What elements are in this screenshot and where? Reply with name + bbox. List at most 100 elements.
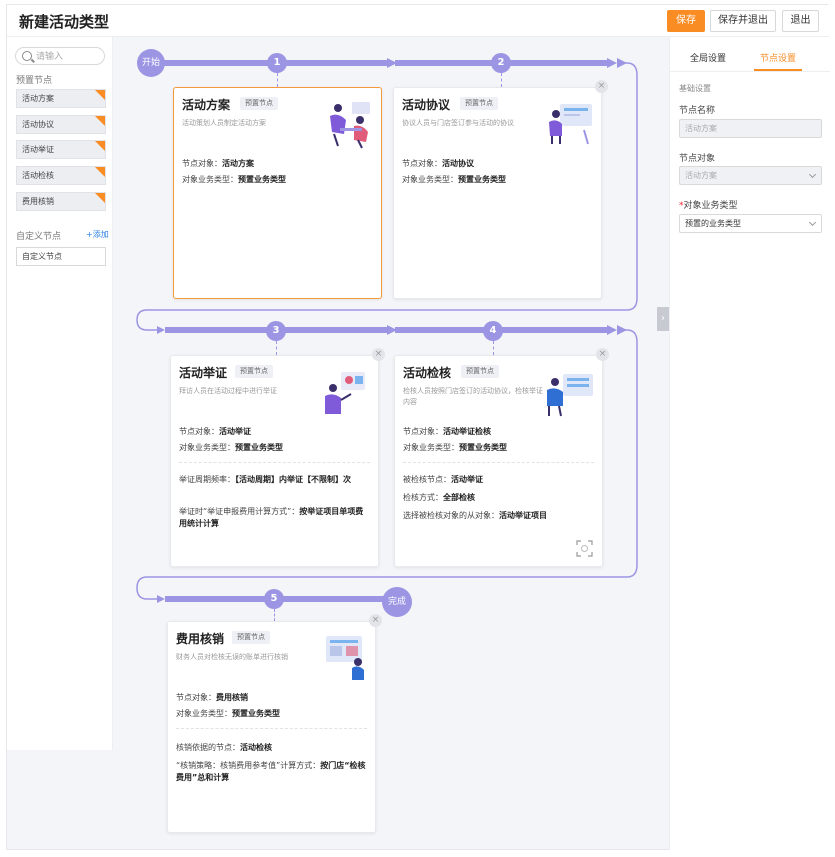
page-title: 新建活动类型 (19, 13, 110, 31)
card-description: 活动策划人员制定活动方案 (182, 119, 266, 127)
app-window: 新建活动类型 保存 保存并退出 退出 预置节点 活动方案 活动协议 活动举证 活… (6, 4, 830, 850)
card-connector (501, 73, 502, 87)
card-description: 检核人员按照门店签订的活动协议，检核举证内容 (403, 387, 543, 406)
check-illustration-icon (547, 374, 593, 417)
node-object-select: 活动方案 (679, 166, 822, 185)
proof-illustration-icon (325, 372, 365, 414)
flow-arrow (387, 58, 397, 68)
card-field-writeoff-strategy: “核销策略：核销费用参考值”计算方式：按门店“检核费用”总和计算 (176, 761, 366, 782)
card-field-biz-type: 对象业务类型：预置业务类型 (402, 175, 506, 184)
step-number-badge: 1 (267, 53, 287, 73)
close-icon[interactable]: × (595, 80, 608, 93)
custom-node-item[interactable]: 自定义节点 (16, 247, 106, 266)
card-connector (493, 341, 494, 355)
flow-arrow (157, 326, 165, 334)
tab-node-settings[interactable]: 节点设置 (760, 51, 796, 64)
node-card-activity-plan[interactable]: 活动方案 预置节点 活动策划人员制定活动方案 节点对象：活动方案 对象业务类型：… (173, 87, 382, 299)
card-field-object: 节点对象：活动协议 (402, 159, 474, 168)
preset-item-label: 活动检核 (22, 171, 54, 180)
node-card-activity-proof[interactable]: 活动举证 预置节点 拜访人员在活动过程中进行举证 节点对象：活动举证 对象业务类… (170, 355, 379, 567)
step-number-badge: 5 (264, 589, 284, 609)
card-connector (276, 341, 277, 355)
save-and-exit-button[interactable]: 保存并退出 (710, 10, 776, 32)
node-card-expense-writeoff[interactable]: 费用核销 预置节点 财务人员对检核无误的账单进行核销 节点对象：费用核销 对象业… (167, 621, 376, 833)
node-card-activity-agreement[interactable]: 活动协议 预置节点 协议人员与门店签订参与活动的协议 节点对象：活动协议 对象业… (393, 87, 602, 299)
basic-settings-heading: 基础设置 (679, 84, 711, 93)
node-card-activity-check[interactable]: 活动检核 预置节点 检核人员按照门店签订的活动协议，检核举证内容 节点对象：活动… (394, 355, 603, 567)
card-field-biz-type: 对象业务类型：预置业务类型 (182, 175, 286, 184)
node-name-field: 活动方案 (679, 119, 822, 138)
preset-item-expense-writeoff[interactable]: 费用核销 (16, 192, 106, 211)
collapse-panel-button[interactable]: › (657, 307, 669, 331)
preset-nodes-label: 预置节点 (16, 76, 53, 86)
card-title: 活动举证 (179, 366, 228, 380)
tabs-divider (670, 71, 830, 72)
flow-arrow (607, 58, 617, 68)
corner-flag-icon (95, 193, 105, 203)
close-icon[interactable]: × (596, 348, 609, 361)
card-field-object: 节点对象：活动举证 (179, 427, 251, 436)
step-number-badge: 2 (491, 53, 511, 73)
custom-nodes-label: 自定义节点 (16, 232, 62, 242)
preset-item-label: 费用核销 (22, 197, 54, 206)
step-number-badge: 4 (483, 321, 503, 341)
card-field-biz-type: 对象业务类型：预置业务类型 (179, 443, 283, 452)
preset-item-label: 活动方案 (22, 94, 54, 103)
chevron-down-icon (808, 218, 817, 227)
exit-button[interactable]: 退出 (782, 10, 819, 32)
step-number-badge: 3 (266, 321, 286, 341)
save-button[interactable]: 保存 (667, 10, 705, 32)
search-icon (22, 51, 32, 61)
card-field-object: 节点对象：活动举证检核 (403, 427, 491, 436)
node-object-value: 活动方案 (685, 171, 717, 180)
card-title: 活动检核 (403, 366, 452, 380)
card-description: 协议人员与门店签订参与活动的协议 (402, 119, 514, 127)
corner-flag-icon (95, 167, 105, 177)
right-settings-panel: 全局设置 节点设置 基础设置 节点名称 活动方案 节点对象 活动方案 *对象业务… (669, 37, 830, 850)
search-input[interactable] (36, 50, 102, 63)
scan-icon[interactable] (576, 540, 593, 557)
preset-item-activity-agreement[interactable]: 活动协议 (16, 115, 106, 134)
corner-flag-icon (95, 116, 105, 126)
flow-arrow (607, 325, 617, 335)
biz-type-label: *对象业务类型 (679, 201, 738, 211)
preset-node-tag: 预置节点 (240, 97, 278, 110)
preset-item-label: 活动举证 (22, 145, 54, 154)
add-custom-node-link[interactable]: +添加 (86, 229, 109, 240)
agreement-illustration-icon (549, 104, 592, 145)
preset-item-activity-proof[interactable]: 活动举证 (16, 140, 106, 159)
card-description: 财务人员对检核无误的账单进行核销 (176, 653, 288, 661)
flow-arrow (617, 325, 627, 335)
card-connector (274, 609, 275, 621)
card-field-check-method: 检核方式：全部检核 (403, 493, 475, 502)
node-object-label: 节点对象 (679, 154, 716, 164)
chevron-down-icon (808, 170, 817, 179)
biz-type-value: 预置的业务类型 (685, 219, 741, 228)
header-bar: 新建活动类型 保存 保存并退出 退出 (7, 5, 829, 37)
card-divider (403, 462, 594, 463)
biz-type-select[interactable]: 预置的业务类型 (679, 214, 822, 233)
close-icon[interactable]: × (372, 348, 385, 361)
node-name-label: 节点名称 (679, 106, 716, 116)
card-connector (277, 73, 278, 87)
left-node-panel: 预置节点 活动方案 活动协议 活动举证 活动检核 费用核销 自定义节点 +添加 … (7, 37, 113, 750)
preset-item-activity-plan[interactable]: 活动方案 (16, 89, 106, 108)
card-field-object: 节点对象：费用核销 (176, 693, 248, 702)
card-field-biz-type: 对象业务类型：预置业务类型 (176, 709, 280, 718)
card-field-proof-calc-method: 举证时“举证申报费用计算方式”：按举证项目单项费用统计计算 (179, 507, 364, 528)
flow-end-badge: 完成 (382, 587, 412, 617)
search-box[interactable] (15, 47, 105, 65)
meeting-illustration-icon (330, 102, 370, 149)
card-title: 费用核销 (176, 632, 225, 646)
flow-arrow (157, 595, 165, 603)
card-field-proof-frequency: 举证周期频率：【活动周期】内举证【不限制】次 (179, 475, 351, 484)
preset-node-tag: 预置节点 (461, 365, 499, 378)
card-title: 活动方案 (182, 98, 231, 112)
preset-item-activity-check[interactable]: 活动检核 (16, 166, 106, 185)
preset-node-tag: 预置节点 (232, 631, 270, 644)
close-icon[interactable]: × (369, 614, 382, 627)
card-field-writeoff-basis: 核销依据的节点：活动检核 (176, 743, 272, 752)
card-field-object: 节点对象：活动方案 (182, 159, 254, 168)
tab-global-settings[interactable]: 全局设置 (690, 51, 726, 64)
card-title: 活动协议 (402, 98, 451, 112)
